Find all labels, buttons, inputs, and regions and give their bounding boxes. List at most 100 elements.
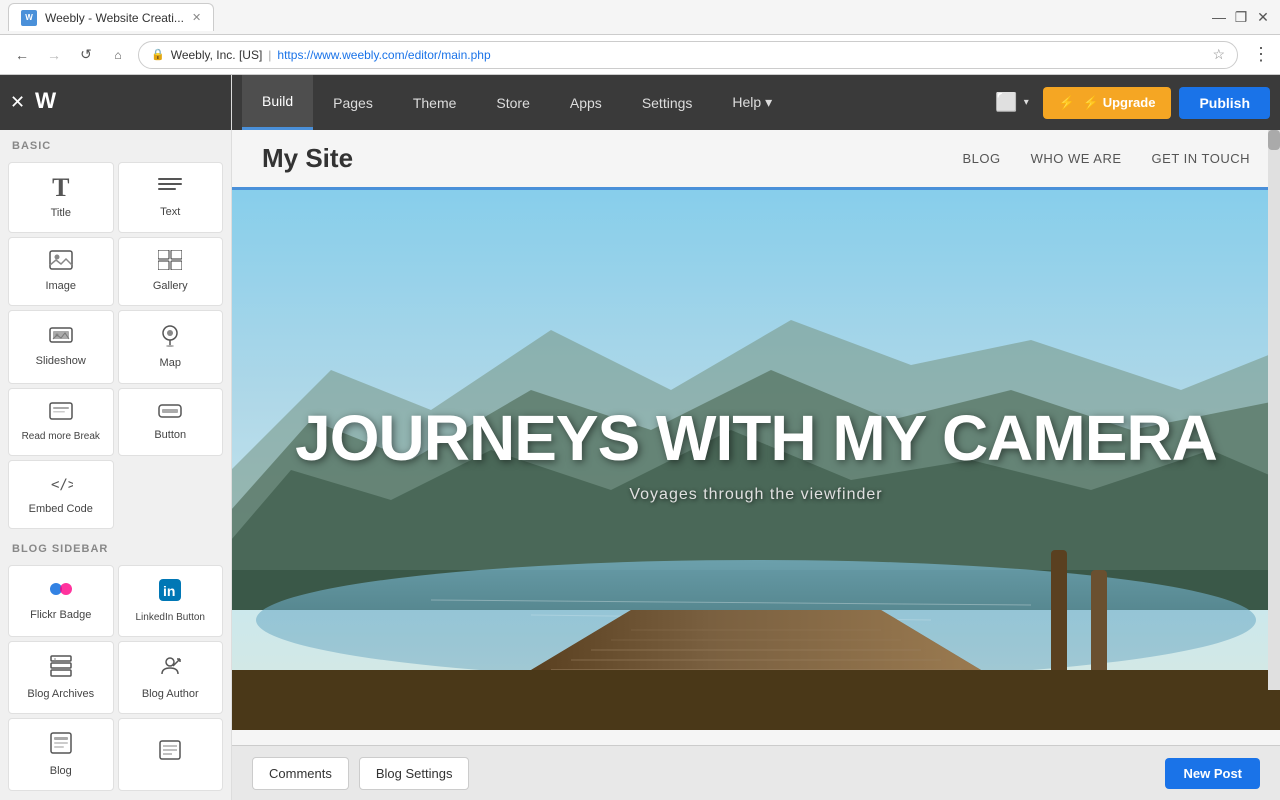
address-url: https://www.weebly.com/editor/main.php xyxy=(277,48,490,62)
site-nav-blog[interactable]: BLOG xyxy=(962,151,1000,166)
sidebar-item-gallery[interactable]: Gallery xyxy=(118,237,224,306)
address-field[interactable]: 🔒 Weebly, Inc. [US] | https://www.weebly… xyxy=(138,41,1238,69)
embed-code-icon: </> xyxy=(49,473,73,497)
svg-text:</>: </> xyxy=(51,477,73,493)
preview-icon: ⬜ xyxy=(995,92,1017,113)
nav-build[interactable]: Build xyxy=(242,75,313,130)
browser-window-controls: — ❐ ✕ xyxy=(1210,8,1272,26)
sidebar-item-title-label: Title xyxy=(51,207,71,220)
text-icon xyxy=(158,176,182,200)
back-button[interactable]: ← xyxy=(10,43,34,67)
linkedin-icon: in xyxy=(158,578,182,606)
sidebar-item-embed-code[interactable]: </> Embed Code xyxy=(8,460,114,529)
nav-apps[interactable]: Apps xyxy=(550,75,622,130)
image-icon xyxy=(49,250,73,274)
blog-archives-icon xyxy=(49,654,73,682)
sidebar-item-embed-code-label: Embed Code xyxy=(29,503,93,516)
scrollbar[interactable] xyxy=(1268,130,1280,690)
sidebar-item-blog-label: Blog xyxy=(50,765,72,778)
site-header: My Site BLOG WHO WE ARE GET IN TOUCH xyxy=(232,130,1280,190)
hero-title[interactable]: JOURNEYS WITH MY CAMERA xyxy=(284,406,1227,470)
sidebar-item-blog-archives[interactable]: Blog Archives xyxy=(8,641,114,714)
sidebar-item-text[interactable]: Text xyxy=(118,162,224,233)
title-icon: T xyxy=(52,175,69,201)
site-nav-contact[interactable]: GET IN TOUCH xyxy=(1152,151,1250,166)
sidebar-close-button[interactable]: ✕ xyxy=(10,92,25,113)
nav-pages[interactable]: Pages xyxy=(313,75,393,130)
sidebar-item-flickr-label: Flickr Badge xyxy=(30,609,91,622)
home-button[interactable]: ⌂ xyxy=(106,43,130,67)
button-icon xyxy=(158,401,182,423)
sidebar-item-slideshow[interactable]: Slideshow xyxy=(8,310,114,383)
scrollbar-thumb[interactable] xyxy=(1268,130,1280,150)
upgrade-button[interactable]: ⚡ ⚡ Upgrade xyxy=(1043,87,1172,119)
gallery-icon xyxy=(158,250,182,274)
nav-theme[interactable]: Theme xyxy=(393,75,477,130)
sidebar-item-text-label: Text xyxy=(160,206,180,219)
main-content: My Site BLOG WHO WE ARE GET IN TOUCH xyxy=(232,130,1280,800)
close-browser-icon[interactable]: ✕ xyxy=(1254,8,1272,26)
hero-section[interactable]: JOURNEYS WITH MY CAMERA Voyages through … xyxy=(232,190,1280,730)
sidebar: ✕ W BASIC T Title xyxy=(0,75,232,800)
lock-icon: 🔒 xyxy=(151,48,165,61)
weebly-logo: W xyxy=(35,84,75,121)
browser-menu-icon[interactable]: ⋮ xyxy=(1252,44,1270,65)
browser-tab[interactable]: W Weebly - Website Creati... ✕ xyxy=(8,3,214,31)
sidebar-item-map-label: Map xyxy=(160,357,181,370)
sidebar-item-list[interactable] xyxy=(118,718,224,791)
sidebar-header: ✕ W xyxy=(0,75,231,130)
tab-close-icon[interactable]: ✕ xyxy=(192,11,201,24)
nav-settings[interactable]: Settings xyxy=(622,75,713,130)
blog-settings-button[interactable]: Blog Settings xyxy=(359,757,470,790)
restore-icon[interactable]: ❐ xyxy=(1232,8,1250,26)
sidebar-item-flickr-badge[interactable]: Flickr Badge xyxy=(8,565,114,637)
sidebar-item-linkedin-label: LinkedIn Button xyxy=(136,612,206,624)
upgrade-lightning-icon: ⚡ xyxy=(1059,95,1075,111)
browser-address-bar: ← → ↺ ⌂ 🔒 Weebly, Inc. [US] | https://ww… xyxy=(0,35,1280,75)
read-more-icon xyxy=(49,401,73,425)
tab-favicon: W xyxy=(21,10,37,26)
sidebar-item-image-label: Image xyxy=(45,280,76,293)
upgrade-label: ⚡ Upgrade xyxy=(1083,95,1156,111)
website-preview: My Site BLOG WHO WE ARE GET IN TOUCH xyxy=(232,130,1280,745)
sidebar-item-title[interactable]: T Title xyxy=(8,162,114,233)
basic-section-label: BASIC xyxy=(0,130,231,158)
sidebar-item-button[interactable]: Button xyxy=(118,388,224,456)
sidebar-item-button-label: Button xyxy=(154,429,186,442)
sidebar-item-blog-author[interactable]: Blog Author xyxy=(118,641,224,714)
sidebar-item-map[interactable]: Map xyxy=(118,310,224,383)
slideshow-icon xyxy=(49,325,73,349)
sidebar-item-blog-archives-label: Blog Archives xyxy=(27,688,94,701)
blog-author-icon xyxy=(158,654,182,682)
sidebar-item-read-more-label: Read more Break xyxy=(22,431,100,443)
app-container: ✕ W BASIC T Title xyxy=(0,75,1280,800)
preview-button[interactable]: ⬜ ▾ xyxy=(981,75,1042,130)
hero-text: JOURNEYS WITH MY CAMERA Voyages through … xyxy=(284,406,1227,504)
bottom-bar: Comments Blog Settings New Post xyxy=(232,745,1280,800)
address-separator: | xyxy=(268,48,271,62)
sidebar-item-image[interactable]: Image xyxy=(8,237,114,306)
blog-sidebar-section-grid: Flickr Badge in LinkedIn Button xyxy=(0,561,231,795)
nav-help[interactable]: Help ▾ xyxy=(712,75,792,130)
blog-icon xyxy=(49,731,73,759)
site-title[interactable]: My Site xyxy=(262,143,353,174)
browser-title-bar: W Weebly - Website Creati... ✕ — ❐ ✕ xyxy=(0,0,1280,35)
sidebar-item-blog[interactable]: Blog xyxy=(8,718,114,791)
bookmark-icon[interactable]: ☆ xyxy=(1212,46,1225,63)
right-panel: Build Pages Theme Store Apps Settings He… xyxy=(232,75,1280,800)
forward-button[interactable]: → xyxy=(42,43,66,67)
sidebar-item-read-more[interactable]: Read more Break xyxy=(8,388,114,456)
comments-button[interactable]: Comments xyxy=(252,757,349,790)
blog-sidebar-section-label: BLOG SIDEBAR xyxy=(0,533,231,561)
reload-button[interactable]: ↺ xyxy=(74,43,98,67)
new-post-button[interactable]: New Post xyxy=(1165,758,1260,789)
sidebar-item-blog-author-label: Blog Author xyxy=(142,688,199,701)
basic-section-grid: T Title Text xyxy=(0,158,231,533)
nav-store[interactable]: Store xyxy=(476,75,549,130)
publish-button[interactable]: Publish xyxy=(1179,87,1270,119)
top-navigation: Build Pages Theme Store Apps Settings He… xyxy=(232,75,1280,130)
minimize-icon[interactable]: — xyxy=(1210,8,1228,26)
sidebar-item-linkedin-button[interactable]: in LinkedIn Button xyxy=(118,565,224,637)
site-nav-who[interactable]: WHO WE ARE xyxy=(1031,151,1122,166)
weebly-logo-icon: W xyxy=(35,84,75,114)
